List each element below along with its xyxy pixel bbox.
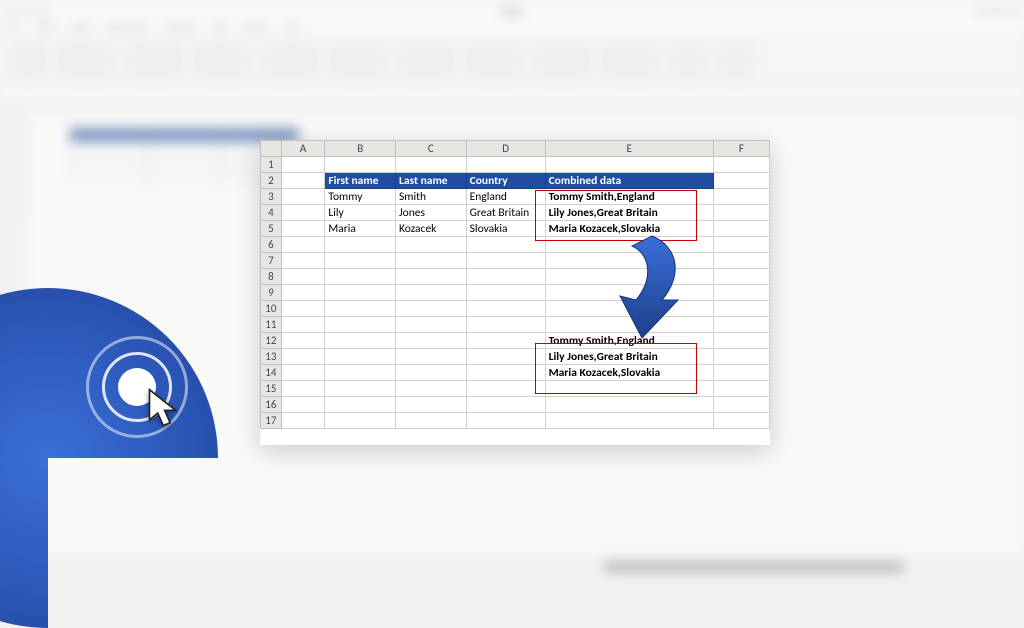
cell-C3[interactable]: Smith — [396, 189, 467, 205]
row-1[interactable]: 1 — [261, 157, 282, 173]
cell-result-1[interactable]: Tommy Smith,England — [545, 333, 713, 349]
table-row: 8 — [261, 269, 770, 285]
col-C[interactable]: C — [396, 141, 467, 157]
cell-D4[interactable]: Great Britain — [466, 205, 545, 221]
cell-E5[interactable]: Maria Kozacek,Slovakia — [545, 221, 713, 237]
header-last-name[interactable]: Last name — [396, 173, 467, 189]
row-5[interactable]: 5 — [261, 221, 282, 237]
cell-E3[interactable]: Tommy Smith,England — [545, 189, 713, 205]
table-row: 4 Lily Jones Great Britain Lily Jones,Gr… — [261, 205, 770, 221]
row-3[interactable]: 3 — [261, 189, 282, 205]
cell-B3[interactable]: Tommy — [325, 189, 396, 205]
cell-B4[interactable]: Lily — [325, 205, 396, 221]
header-country[interactable]: Country — [466, 173, 545, 189]
table-row: 6 — [261, 237, 770, 253]
table-row: 14 Maria Kozacek,Slovakia — [261, 365, 770, 381]
col-D[interactable]: D — [466, 141, 545, 157]
title-bar: Excel — [0, 0, 1024, 22]
table-row: 10 — [261, 301, 770, 317]
col-A[interactable]: A — [281, 141, 325, 157]
table-row: 17 — [261, 413, 770, 429]
row-2[interactable]: 2 — [261, 173, 282, 189]
table-row: 9 — [261, 285, 770, 301]
col-B[interactable]: B — [325, 141, 396, 157]
table-row: 2 First name Last name Country Combined … — [261, 173, 770, 189]
cell-result-3[interactable]: Maria Kozacek,Slovakia — [545, 365, 713, 381]
table-row: 7 — [261, 253, 770, 269]
table-row: 13 Lily Jones,Great Britain — [261, 349, 770, 365]
ribbon — [0, 36, 1024, 86]
cell-D3[interactable]: England — [466, 189, 545, 205]
table-row: 12 Tommy Smith,England — [261, 333, 770, 349]
header-first-name[interactable]: First name — [325, 173, 396, 189]
cell-C4[interactable]: Jones — [396, 205, 467, 221]
cell-B5[interactable]: Maria — [325, 221, 396, 237]
formula-bar — [0, 88, 1024, 102]
cell-D5[interactable]: Slovakia — [466, 221, 545, 237]
cell-E4[interactable]: Lily Jones,Great Britain — [545, 205, 713, 221]
table-row: 3 Tommy Smith England Tommy Smith,Englan… — [261, 189, 770, 205]
row-4[interactable]: 4 — [261, 205, 282, 221]
column-headers: A B C D E F — [261, 141, 770, 157]
table-row: 1 — [261, 157, 770, 173]
menu-bar: FileHomeInsertPage LayoutFormulasDataRev… — [0, 22, 1024, 36]
table-row: 15 — [261, 381, 770, 397]
table-row: 16 — [261, 397, 770, 413]
status-bar — [0, 556, 1024, 576]
cell-C5[interactable]: Kozacek — [396, 221, 467, 237]
col-E[interactable]: E — [545, 141, 713, 157]
col-F[interactable]: F — [713, 141, 769, 157]
header-combined-data[interactable]: Combined data — [545, 173, 713, 189]
table-row: 11 — [261, 317, 770, 333]
main-spreadsheet[interactable]: A B C D E F 1 2 First name Last name Cou… — [260, 140, 770, 445]
table-row: 5 Maria Kozacek Slovakia Maria Kozacek,S… — [261, 221, 770, 237]
cell-result-2[interactable]: Lily Jones,Great Britain — [545, 349, 713, 365]
